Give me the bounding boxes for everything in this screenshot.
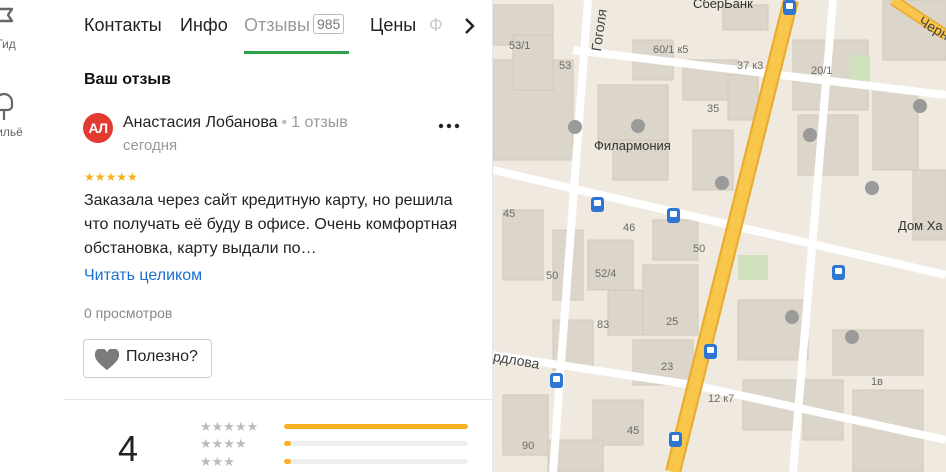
mosque-icon[interactable] xyxy=(865,181,879,195)
distribution-stars: ★★★ xyxy=(200,454,235,469)
house-number: 60/1 к5 xyxy=(653,44,689,56)
house-number: 1в xyxy=(871,376,883,388)
review-author: Анастасия Лобанова • 1 отзыв xyxy=(123,114,348,132)
distribution-stars: ★★★★★ xyxy=(200,419,259,434)
active-tab-indicator xyxy=(244,51,349,54)
house-number: 53 xyxy=(559,60,572,72)
house-number: 45 xyxy=(627,425,640,437)
house-number: 52/4 xyxy=(595,268,617,280)
distribution-fill xyxy=(284,424,468,429)
read-more-link[interactable]: Читать целиком xyxy=(84,267,202,285)
tab-photos-partial[interactable]: Ф xyxy=(429,15,443,36)
left-rail: Гид Жильё xyxy=(0,0,64,472)
landmark-icon[interactable] xyxy=(845,330,859,344)
author-review-count: 1 отзыв xyxy=(291,114,348,131)
bus-stop-icon[interactable] xyxy=(669,432,682,447)
your-review-title: Ваш отзыв xyxy=(84,71,171,88)
house-number: 35 xyxy=(707,103,720,115)
rail-guide-item[interactable]: Гид xyxy=(0,6,38,51)
bus-stop-icon[interactable] xyxy=(832,265,845,280)
author-name[interactable]: Анастасия Лобанова xyxy=(123,114,278,131)
tab-contacts[interactable]: Контакты xyxy=(84,15,162,36)
avatar[interactable]: АЛ xyxy=(83,113,113,143)
house-number: 90 xyxy=(522,440,535,452)
house-number: 50 xyxy=(546,270,559,282)
house-number: 46 xyxy=(623,222,636,234)
more-options-icon[interactable] xyxy=(436,118,462,134)
house-number: 20/1 xyxy=(811,65,833,77)
distribution-track xyxy=(284,441,468,446)
bus-stop-icon[interactable] xyxy=(704,344,717,359)
business-panel: Контакты Инфо Отзывы 985 Цены Ф Ваш отзыв… xyxy=(64,0,493,472)
tab-bar: Контакты Инфо Отзывы 985 Цены Ф xyxy=(64,0,493,56)
tab-reviews[interactable]: Отзывы 985 xyxy=(244,14,345,36)
rail-housing-label: Жильё xyxy=(0,125,23,139)
map-label-sberbank[interactable]: СберБанк xyxy=(693,0,753,11)
house-number: 23 xyxy=(661,361,674,373)
landmark-icon[interactable] xyxy=(568,120,582,134)
heart-icon xyxy=(94,349,120,370)
hospital-icon[interactable] xyxy=(715,176,729,190)
house-number: 37 к3 xyxy=(737,60,764,72)
review-stars: ★★★★★ xyxy=(84,170,138,184)
landmark-icon[interactable] xyxy=(803,128,817,142)
map-canvas[interactable]: СберБанк Филармония Гоголя рдлова Черн Д… xyxy=(493,0,946,472)
average-rating: 4 xyxy=(118,428,139,469)
house-number: 50 xyxy=(693,243,706,255)
distribution-track xyxy=(284,459,468,464)
distribution-track xyxy=(284,424,468,429)
chevron-right-icon[interactable] xyxy=(460,15,480,37)
review-views: 0 просмотров xyxy=(84,305,173,321)
separator-dot: • xyxy=(281,114,288,131)
reviews-count-badge: 985 xyxy=(312,14,345,34)
distribution-stars: ★★★★ xyxy=(200,436,247,451)
distribution-fill xyxy=(284,459,292,464)
bus-stop-icon[interactable] xyxy=(667,208,680,223)
review-date: сегодня xyxy=(123,137,178,154)
house-number: 25 xyxy=(666,316,679,328)
distribution-fill xyxy=(284,441,292,446)
landmark-icon[interactable] xyxy=(785,310,799,324)
useful-button[interactable]: Полезно? xyxy=(83,339,212,378)
rail-guide-label: Гид xyxy=(0,37,16,51)
divider xyxy=(64,399,493,400)
tab-prices[interactable]: Цены xyxy=(370,15,416,36)
bus-stop-icon[interactable] xyxy=(783,0,796,15)
house-number: 53/1 xyxy=(509,40,531,52)
house-number: 45 xyxy=(503,208,516,220)
house-number: 12 к7 xyxy=(708,393,735,405)
house-icon xyxy=(0,92,14,120)
map-label-dom-ha[interactable]: Дом Ха xyxy=(898,218,943,233)
rail-housing-item[interactable]: Жильё xyxy=(0,92,36,139)
flag-icon xyxy=(0,7,14,23)
house-number: 83 xyxy=(597,319,610,331)
tab-reviews-label: Отзывы xyxy=(244,15,310,35)
landmark-icon[interactable] xyxy=(631,119,645,133)
tab-info[interactable]: Инфо xyxy=(180,15,228,36)
mosque-icon[interactable] xyxy=(913,99,927,113)
review-text: Заказала через сайт кредитную карту, но … xyxy=(84,192,458,257)
bus-stop-icon[interactable] xyxy=(591,197,604,212)
useful-label: Полезно? xyxy=(126,348,198,365)
bus-stop-icon[interactable] xyxy=(550,373,563,388)
map-label-philharmonia[interactable]: Филармония xyxy=(594,138,671,153)
